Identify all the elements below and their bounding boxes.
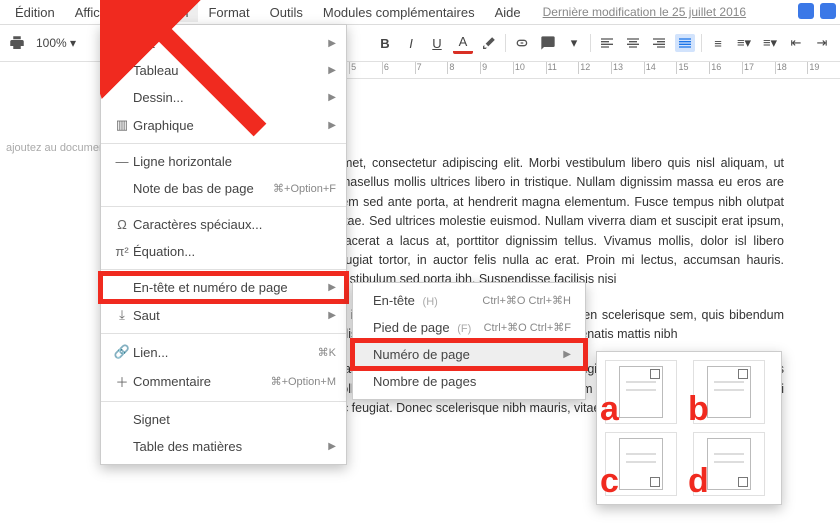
link-button[interactable] (512, 34, 532, 52)
omega-icon: Ω (111, 217, 133, 232)
menubar: Édition Afficher Insertion Format Outils… (0, 0, 840, 25)
submenu-header[interactable]: En-tête (H)Ctrl+⌘O Ctrl+⌘H (353, 287, 585, 314)
print-icon[interactable] (8, 34, 26, 52)
header-page-submenu: En-tête (H)Ctrl+⌘O Ctrl+⌘H Pied de page … (352, 282, 586, 400)
bold-button[interactable]: B (375, 34, 395, 52)
menu-item-image[interactable]: ▣Ima▶ (101, 29, 346, 57)
annotation-label: c (600, 462, 619, 501)
doc-paragraph: amet, consectetur adipiscing elit. Morbi… (335, 154, 784, 290)
page-number-option-bottom-right-skip-first[interactable]: d (693, 432, 765, 496)
link-icon: 🔗 (111, 344, 133, 360)
menu-item-table[interactable]: Tableau▶ (101, 57, 346, 84)
comment-button[interactable] (538, 34, 558, 52)
page-number-option-top-right-skip-first[interactable]: b (693, 360, 765, 424)
menu-item-header-page-number[interactable]: En-tête et numéro de page▶ (101, 274, 346, 301)
page-number-option-top-right[interactable]: a (605, 360, 677, 424)
hline-icon: — (111, 154, 133, 169)
last-edit-link[interactable]: Dernière modification le 25 juillet 2016 (543, 5, 746, 19)
menu-help[interactable]: Aide (485, 3, 537, 22)
image-button[interactable]: ▾ (564, 34, 584, 52)
outline-hint: ajoutez au documen (6, 142, 105, 154)
indent-inc-button[interactable]: ⇥ (812, 34, 832, 52)
comments-icon[interactable] (798, 3, 814, 19)
menu-edit[interactable]: Édition (5, 3, 65, 22)
pi-icon: π² (111, 244, 133, 259)
italic-button[interactable]: I (401, 34, 421, 52)
zoom-dropdown[interactable]: 100% ▾ (36, 36, 76, 50)
menu-item-comment[interactable]: ＋Commentaire⌘+Option+M (101, 366, 346, 397)
menu-item-equation[interactable]: π²Équation... (101, 238, 346, 265)
align-left-button[interactable] (597, 34, 617, 52)
submenu-footer[interactable]: Pied de page (F)Ctrl+⌘O Ctrl+⌘F (353, 314, 585, 341)
line-spacing-button[interactable]: ≡ (708, 34, 728, 52)
menu-item-chart[interactable]: ▥Graphique▶ (101, 111, 346, 139)
bullet-list-button[interactable]: ≡▾ (760, 34, 780, 52)
menu-item-bookmark[interactable]: Signet (101, 406, 346, 433)
numbered-list-button[interactable]: ≡▾ (734, 34, 754, 52)
indent-dec-button[interactable]: ⇤ (786, 34, 806, 52)
menu-view[interactable]: Afficher (65, 3, 129, 22)
image-icon: ▣ (111, 35, 133, 51)
align-right-button[interactable] (649, 34, 669, 52)
menu-item-special-chars[interactable]: ΩCaractères spéciaux... (101, 211, 346, 238)
underline-button[interactable]: U (427, 34, 447, 52)
menu-insert[interactable]: Insertion (129, 3, 199, 22)
break-icon: ⤓ (111, 307, 133, 323)
annotation-label: d (688, 462, 709, 501)
chart-icon: ▥ (111, 117, 133, 133)
menu-item-footnote[interactable]: Note de bas de page⌘+Option+F (101, 175, 346, 202)
insert-menu: ▣Ima▶ Tableau▶ Dessin...▶ ▥Graphique▶ —L… (100, 24, 347, 465)
menu-tools[interactable]: Outils (260, 3, 313, 22)
page-number-option-bottom-right[interactable]: c (605, 432, 677, 496)
annotation-label: b (688, 390, 709, 429)
menu-item-drawing[interactable]: Dessin...▶ (101, 84, 346, 111)
text-color-button[interactable]: A (453, 33, 473, 54)
menu-item-break[interactable]: ⤓Saut▶ (101, 301, 346, 329)
submenu-page-count[interactable]: Nombre de pages (353, 368, 585, 395)
submenu-page-number[interactable]: Numéro de page▶ (353, 341, 585, 368)
menu-addons[interactable]: Modules complémentaires (313, 3, 485, 22)
menu-item-toc[interactable]: Table des matières▶ (101, 433, 346, 460)
share-icon[interactable] (820, 3, 836, 19)
highlight-button[interactable] (479, 34, 499, 52)
align-center-button[interactable] (623, 34, 643, 52)
comment-icon: ＋ (111, 372, 133, 391)
menu-format[interactable]: Format (198, 3, 259, 22)
top-actions (794, 0, 840, 22)
annotation-label: a (600, 390, 619, 429)
menu-item-hline[interactable]: —Ligne horizontale (101, 148, 346, 175)
page-number-options: a b c d (596, 351, 782, 505)
menu-item-link[interactable]: 🔗Lien...⌘K (101, 338, 346, 366)
align-justify-button[interactable] (675, 34, 695, 52)
